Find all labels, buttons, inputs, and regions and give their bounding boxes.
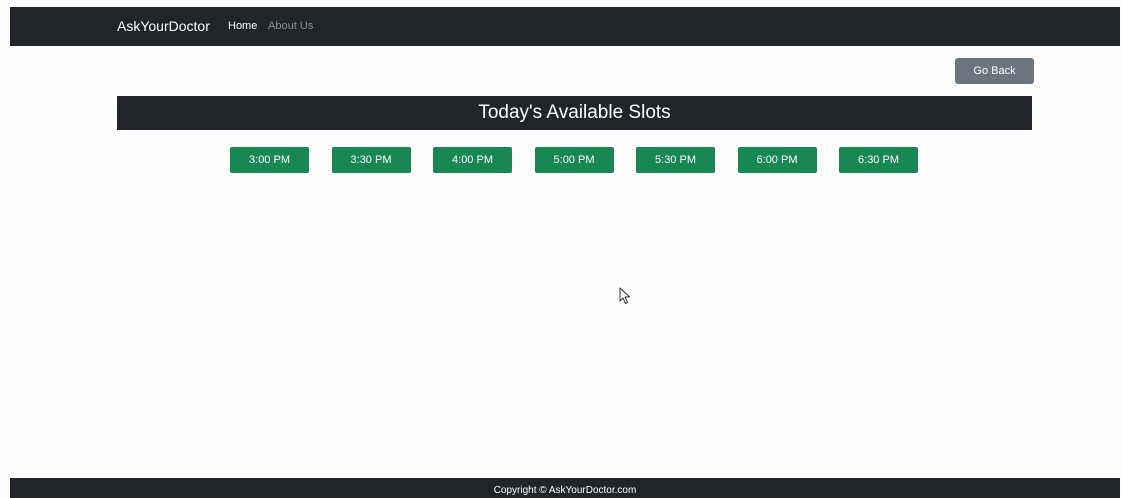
footer: Copyright © AskYourDoctor.com [10, 478, 1120, 498]
brand-link[interactable]: AskYourDoctor [117, 17, 210, 35]
slot-button[interactable]: 6:30 PM [839, 147, 918, 173]
slot-button[interactable]: 3:00 PM [230, 147, 309, 173]
copyright-text: Copyright © AskYourDoctor.com [493, 485, 637, 496]
nav-link-home[interactable]: Home [228, 19, 257, 33]
page: AskYourDoctor Home About Us Go Back Toda… [0, 0, 1123, 498]
top-navbar: AskYourDoctor Home About Us [10, 7, 1120, 46]
slot-button[interactable]: 5:30 PM [636, 147, 715, 173]
nav-link-about-us[interactable]: About Us [268, 19, 313, 33]
slot-button[interactable]: 5:00 PM [534, 147, 614, 173]
page-title: Today's Available Slots [117, 96, 1032, 130]
mouse-pointer-icon [619, 287, 630, 304]
slot-button[interactable]: 6:00 PM [737, 147, 817, 173]
slot-button[interactable]: 4:00 PM [433, 147, 512, 173]
slot-button[interactable]: 3:30 PM [331, 147, 411, 173]
go-back-button[interactable]: Go Back [955, 58, 1034, 84]
slot-list: 3:00 PM 3:30 PM 4:00 PM 5:00 PM 5:30 PM … [230, 147, 918, 173]
